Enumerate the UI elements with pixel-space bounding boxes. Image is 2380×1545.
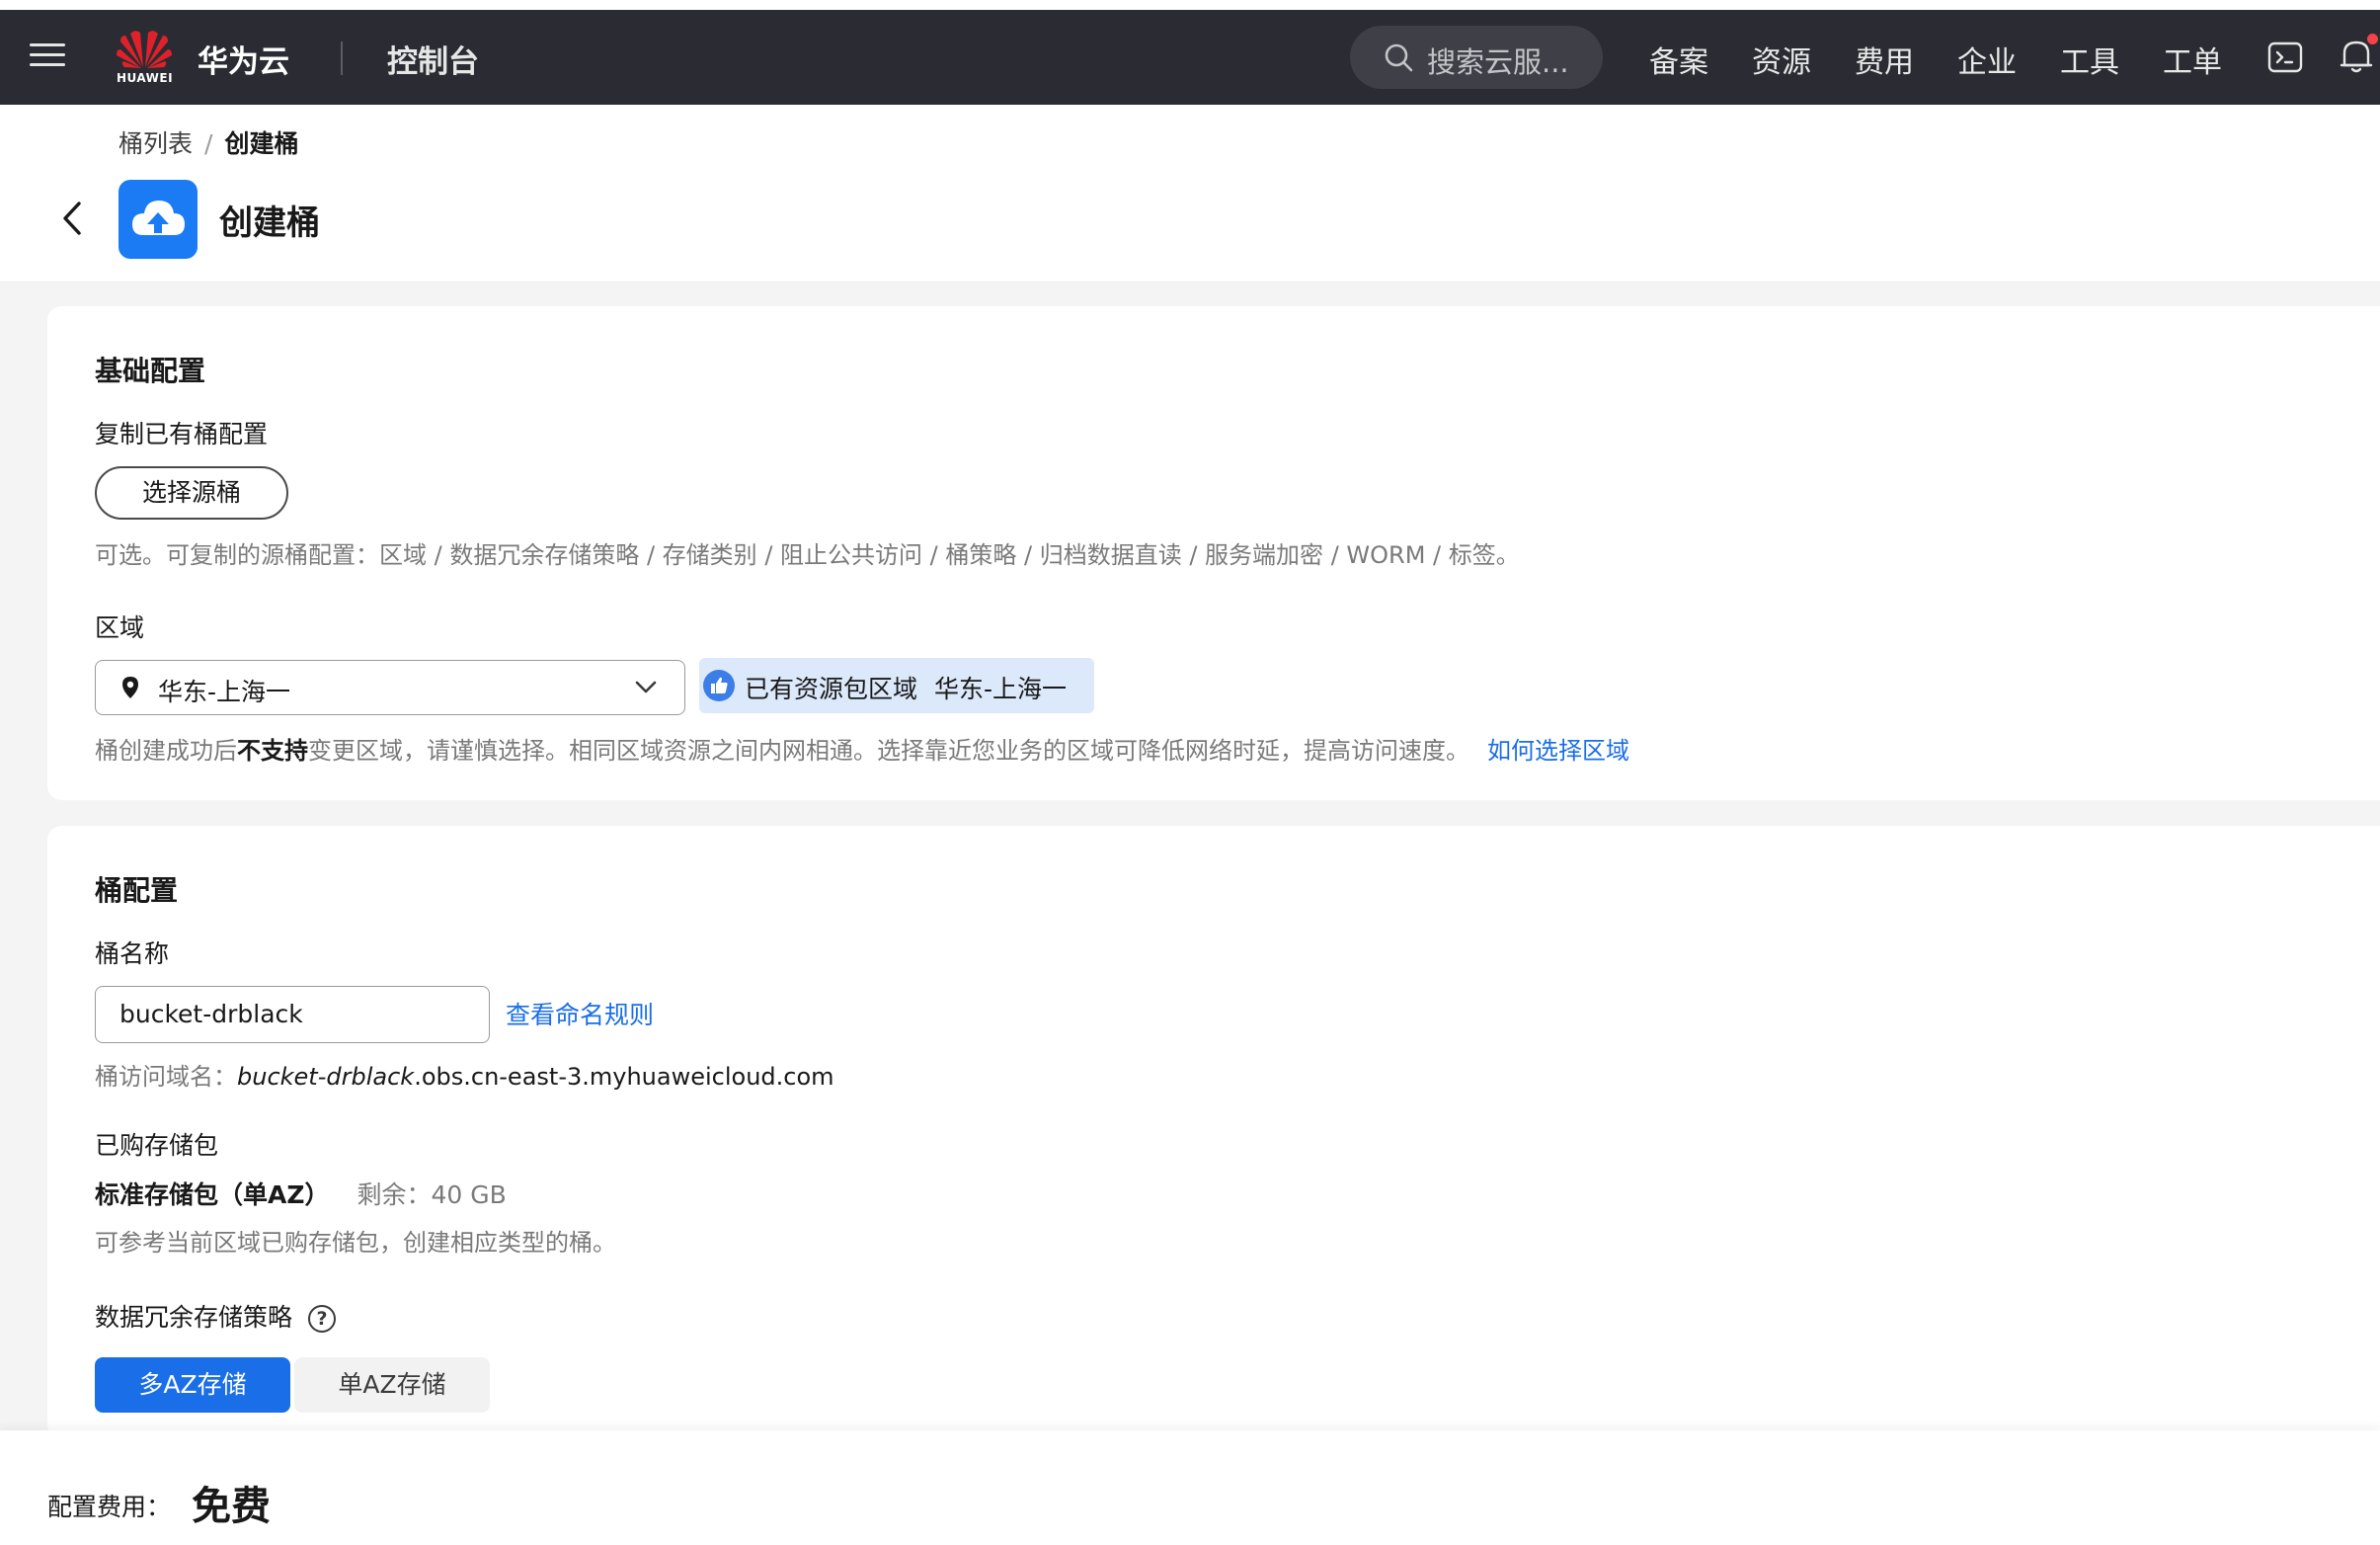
page-title: 创建桶 (219, 203, 320, 243)
package-hint: 可参考当前区域已购存储包，创建相应类型的桶。 (95, 1229, 616, 1257)
region-label: 区域 (95, 613, 145, 642)
bucket-config-card: 桶配置 桶名称 bucket-drblack 查看命名规则 桶访问域名：buck… (47, 826, 2380, 1438)
brand-name[interactable]: 华为云 (198, 37, 289, 81)
chevron-down-icon (635, 681, 657, 693)
logo-text: HUAWEI (117, 71, 174, 85)
region-hint-post: 变更区域，请谨慎选择。相同区域资源之间内网相通。选择靠近您业务的区域可降低网络时… (308, 737, 1469, 765)
basic-config-title: 基础配置 (95, 355, 206, 387)
notification-dot (2367, 34, 2378, 44)
single-az-option[interactable]: 单AZ存储 (294, 1357, 490, 1413)
basic-config-card: 基础配置 复制已有桶配置 选择源桶 可选。可复制的源桶配置：区域 / 数据冗余存… (47, 306, 2380, 800)
fee-label: 配置费用： (47, 1493, 172, 1521)
bucket-domain-suffix: .obs.cn-east-3.myhuaweicloud.com (414, 1063, 834, 1091)
package-name: 标准存储包（单AZ） (95, 1180, 330, 1209)
nav-enterprise[interactable]: 企业 (1957, 38, 2017, 81)
owned-package-region-label: 已有资源包区域 (745, 675, 918, 703)
how-to-choose-region-link[interactable]: 如何选择区域 (1487, 737, 1629, 765)
bucket-domain-name: bucket-drblack (237, 1063, 415, 1091)
top-navigation-bar: HUAWEI 华为云 控制台 搜索云服... 备案 资源 费用 企业 工具 工单 (0, 10, 2380, 105)
select-source-bucket-button[interactable]: 选择源桶 (95, 466, 288, 520)
region-hint-emphasis: 不支持 (237, 737, 308, 765)
breadcrumb: 桶列表 / 创建桶 (119, 124, 298, 160)
nav-billing[interactable]: 费用 (1855, 38, 1914, 81)
naming-rules-link[interactable]: 查看命名规则 (506, 996, 654, 1031)
search-input[interactable]: 搜索云服... (1427, 40, 1569, 81)
breadcrumb-separator: / (204, 129, 213, 158)
nav-resources[interactable]: 资源 (1752, 38, 1811, 81)
top-gap (0, 0, 2380, 10)
search-box[interactable]: 搜索云服... (1350, 26, 1603, 89)
region-selected-value: 华东-上海一 (158, 678, 291, 706)
page-header: 桶列表 / 创建桶 创建桶 (0, 105, 2380, 283)
copy-config-hint: 可选。可复制的源桶配置：区域 / 数据冗余存储策略 / 存储类别 / 阻止公共访… (95, 541, 1520, 569)
obs-service-icon (119, 180, 198, 259)
copy-config-label: 复制已有桶配置 (95, 420, 269, 448)
breadcrumb-bucket-list[interactable]: 桶列表 (119, 129, 193, 158)
fee-value: 免费 (192, 1484, 271, 1529)
search-icon (1385, 43, 1413, 72)
topbar-divider (341, 41, 343, 75)
region-hint-pre: 桶创建成功后 (95, 737, 237, 765)
notification-bell[interactable] (2337, 34, 2378, 75)
help-icon[interactable]: ? (308, 1305, 337, 1333)
package-remaining: 剩余：40 GB (357, 1180, 507, 1209)
bucket-domain-label: 桶访问域名： (95, 1063, 237, 1091)
nav-tools[interactable]: 工具 (2060, 38, 2119, 81)
multi-az-option[interactable]: 多AZ存储 (95, 1357, 290, 1413)
cloud-upload-icon (132, 201, 185, 235)
thumbs-up-icon (703, 670, 735, 701)
nav-filing[interactable]: 备案 (1649, 38, 1708, 81)
bucket-config-title: 桶配置 (95, 874, 179, 907)
bucket-name-input[interactable]: bucket-drblack (95, 986, 490, 1043)
back-arrow-icon[interactable] (55, 198, 89, 239)
region-select[interactable]: 华东-上海一 (95, 660, 685, 715)
huawei-logo[interactable]: HUAWEI (115, 28, 174, 89)
bucket-domain: 桶访问域名：bucket-drblack.obs.cn-east-3.myhua… (95, 1057, 834, 1092)
redundancy-label: 数据冗余存储策略 (95, 1303, 293, 1332)
huawei-petal-icon (117, 31, 172, 68)
nav-tickets[interactable]: 工单 (2163, 38, 2222, 81)
menu-icon[interactable] (30, 40, 65, 75)
purchased-package-label: 已购存储包 (95, 1131, 219, 1160)
redundancy-label-row: 数据冗余存储策略? (95, 1298, 337, 1334)
purchased-package: 标准存储包（单AZ） 剩余：40 GB (95, 1176, 507, 1211)
terminal-icon[interactable] (2267, 40, 2303, 75)
owned-package-region-value: 华东-上海一 (934, 675, 1068, 703)
bucket-name-label: 桶名称 (95, 939, 170, 968)
naming-rules-text[interactable]: 查看命名规则 (506, 1001, 654, 1029)
breadcrumb-current: 创建桶 (224, 129, 299, 158)
console-link[interactable]: 控制台 (387, 37, 479, 81)
location-pin-icon (122, 677, 138, 698)
footer-bar: 配置费用： 免费 (0, 1430, 2380, 1545)
region-hint: 桶创建成功后不支持变更区域，请谨慎选择。相同区域资源之间内网相通。选择靠近您业务… (95, 731, 1629, 766)
owned-package-region-tag: 已有资源包区域 华东-上海一 (699, 658, 1094, 713)
